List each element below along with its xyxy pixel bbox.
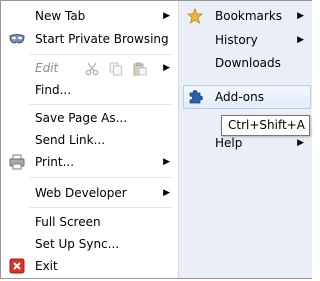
web-developer-label: Web Developer [35,186,127,200]
downloads-label: Downloads [215,56,281,70]
addons-label: Add-ons [215,90,264,104]
chevron-right-icon: ▶ [163,157,170,167]
menu-item-edit[interactable]: Edit ▶ [1,57,178,79]
puzzle-icon [187,89,203,105]
menu-item-history[interactable]: History ▶ [179,29,312,51]
menu-item-exit[interactable]: Exit [1,255,178,277]
menu-item-send-link[interactable]: Send Link... [1,129,178,151]
new-tab-label: New Tab [35,9,86,23]
firefox-app-menu: New Tab ▶ Start Private Browsing Edit ▶ … [0,0,312,279]
history-label: History [215,33,258,47]
separator [29,177,172,178]
menu-item-print[interactable]: Print... ▶ [1,151,178,173]
menu-item-bookmarks[interactable]: Bookmarks ▶ [179,5,312,27]
menu-item-addons[interactable]: Add-ons [179,86,312,108]
menu-item-set-up-sync[interactable]: Set Up Sync... [1,233,178,255]
addons-shortcut-tooltip: Ctrl+Shift+A [221,115,310,136]
exit-label: Exit [35,259,58,273]
chevron-right-icon: ▶ [163,63,170,73]
separator [29,104,172,105]
menu-item-new-tab[interactable]: New Tab ▶ [1,5,178,27]
chevron-right-icon: ▶ [297,35,304,45]
left-menu-pane: New Tab ▶ Start Private Browsing Edit ▶ … [1,1,178,278]
right-menu-pane: Bookmarks ▶ History ▶ Downloads Add-ons … [178,1,312,278]
mask-icon [9,31,25,47]
print-label: Print... [35,155,75,169]
full-screen-label: Full Screen [35,215,101,229]
send-link-label: Send Link... [35,133,106,147]
save-page-label: Save Page As... [35,111,128,125]
bookmarks-label: Bookmarks [215,9,283,23]
private-browsing-label: Start Private Browsing [35,32,169,46]
menu-item-full-screen[interactable]: Full Screen [1,211,178,233]
chevron-right-icon: ▶ [163,188,170,198]
printer-icon [9,154,25,170]
edit-label: Edit [35,61,59,75]
menu-item-web-developer[interactable]: Web Developer ▶ [1,182,178,204]
star-icon [186,7,204,24]
menu-item-save-page[interactable]: Save Page As... [1,107,178,129]
chevron-right-icon: ▶ [297,11,304,21]
chevron-right-icon: ▶ [163,11,170,21]
set-up-sync-label: Set Up Sync... [35,237,120,251]
find-label: Find... [35,83,72,97]
exit-icon [9,258,25,274]
menu-item-private-browsing[interactable]: Start Private Browsing [1,28,178,50]
menu-item-downloads[interactable]: Downloads [179,52,312,74]
separator [29,207,172,208]
separator [29,54,172,55]
menu-item-find[interactable]: Find... [1,79,178,101]
